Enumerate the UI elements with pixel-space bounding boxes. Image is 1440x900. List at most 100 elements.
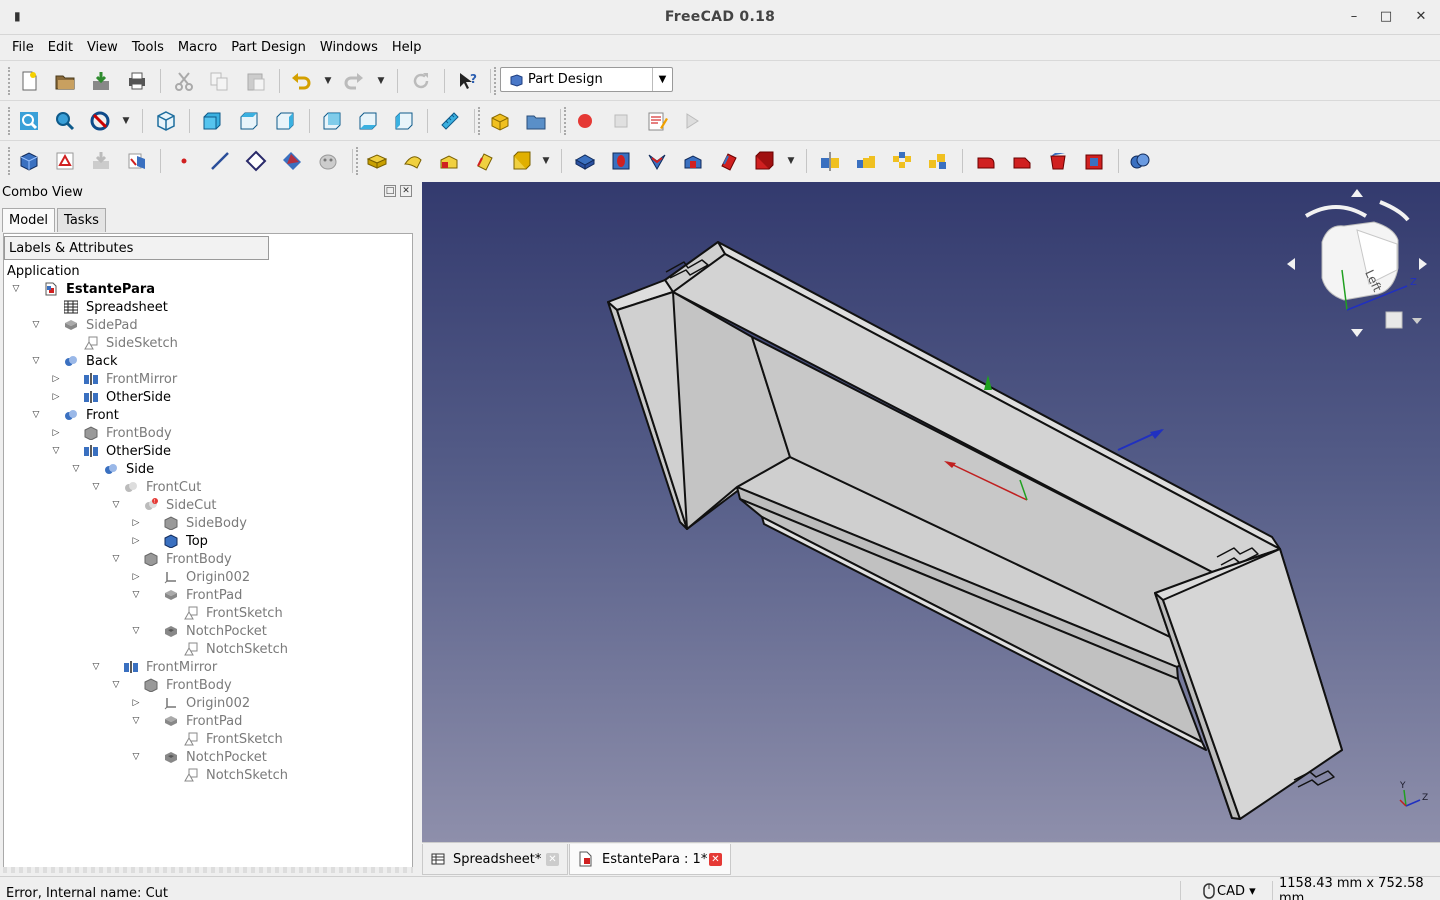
thickness-icon[interactable] — [1082, 149, 1106, 173]
tree-item[interactable]: NotchSketch — [4, 640, 412, 658]
collapse-arrow-icon[interactable]: ▽ — [30, 409, 42, 421]
revolution-icon[interactable] — [401, 149, 425, 173]
tree-item[interactable]: ▷ OtherSide — [4, 388, 412, 406]
draw-style-dropdown-icon[interactable]: ▼ — [121, 109, 131, 133]
collapse-arrow-icon[interactable]: ▽ — [130, 715, 142, 727]
tree-item[interactable]: ▽ NotchPocket — [4, 622, 412, 640]
close-tab-icon[interactable]: ✕ — [709, 853, 722, 866]
tree-item[interactable]: ▽! SideCut — [4, 496, 412, 514]
tab-spreadsheet[interactable]: Spreadsheet* ✕ — [422, 844, 568, 875]
whats-this-icon[interactable]: ? — [456, 69, 480, 93]
collapse-arrow-icon[interactable]: ▽ — [110, 679, 122, 691]
expand-arrow-icon[interactable]: ▷ — [50, 391, 62, 403]
macro-stop-icon[interactable] — [609, 109, 633, 133]
tree-item[interactable]: ▷ Origin002 — [4, 694, 412, 712]
import-icon[interactable] — [89, 69, 113, 93]
tree-scrollbar[interactable] — [3, 867, 413, 873]
undo-icon[interactable] — [289, 69, 313, 93]
mirrored-icon[interactable] — [818, 149, 842, 173]
map-sketch-icon[interactable] — [125, 149, 149, 173]
chevron-down-icon[interactable]: ▼ — [652, 68, 672, 91]
tree-item[interactable]: ▽ NotchPocket — [4, 748, 412, 766]
subtractive-primitive-icon[interactable] — [752, 149, 776, 173]
hole-icon[interactable] — [609, 149, 633, 173]
collapse-arrow-icon[interactable]: ▽ — [30, 355, 42, 367]
top-view-icon[interactable] — [237, 109, 261, 133]
fillet-icon[interactable] — [974, 149, 998, 173]
additive-primitive-dropdown-icon[interactable]: ▼ — [541, 149, 551, 173]
fit-selection-icon[interactable] — [53, 109, 77, 133]
macro-editor-icon[interactable] — [645, 109, 669, 133]
close-tab-icon[interactable]: ✕ — [546, 853, 559, 866]
minimize-button[interactable]: – — [1345, 8, 1363, 26]
pocket-icon[interactable] — [573, 149, 597, 173]
redo-dropdown-icon[interactable]: ▼ — [376, 69, 386, 93]
collapse-arrow-icon[interactable]: ▽ — [70, 463, 82, 475]
macro-execute-icon[interactable] — [680, 109, 704, 133]
3d-viewport[interactable]: Left Z Y Z — [422, 182, 1440, 842]
menu-windows[interactable]: Windows — [320, 40, 378, 55]
rear-view-icon[interactable] — [320, 109, 344, 133]
tree-item[interactable]: ▽ FrontPad — [4, 712, 412, 730]
open-folder-icon[interactable] — [53, 69, 77, 93]
collapse-arrow-icon[interactable]: ▽ — [130, 625, 142, 637]
navigation-cube[interactable]: Left Z — [1287, 189, 1427, 337]
groove-icon[interactable] — [645, 149, 669, 173]
menu-edit[interactable]: Edit — [48, 40, 73, 55]
navigation-style-selector[interactable]: CAD ▾ — [1180, 881, 1272, 900]
create-part-icon[interactable] — [488, 109, 512, 133]
tree-item[interactable]: ▽ Side — [4, 460, 412, 478]
draft-icon[interactable] — [1046, 149, 1070, 173]
datum-point-icon[interactable] — [172, 149, 196, 173]
linear-pattern-icon[interactable] — [854, 149, 878, 173]
menu-help[interactable]: Help — [392, 40, 422, 55]
tree-item[interactable]: ▷ Origin002 — [4, 568, 412, 586]
tree-item[interactable]: ▽ FrontMirror — [4, 658, 412, 676]
additive-pipe-icon[interactable] — [473, 149, 497, 173]
tree-item[interactable]: ▷ FrontBody — [4, 424, 412, 442]
copy-icon[interactable] — [207, 69, 231, 93]
cut-icon[interactable] — [172, 69, 196, 93]
tree-item[interactable]: ▽ EstantePara — [4, 280, 412, 298]
new-document-icon[interactable] — [17, 69, 41, 93]
tree-item[interactable]: ▽ Front — [4, 406, 412, 424]
tree-item[interactable]: FrontSketch — [4, 730, 412, 748]
macro-record-icon[interactable] — [573, 109, 597, 133]
tree-item[interactable]: ▷ SideBody — [4, 514, 412, 532]
tab-model[interactable]: Model — [2, 208, 56, 232]
maximize-button[interactable]: □ — [1377, 8, 1395, 26]
fit-all-icon[interactable] — [17, 109, 41, 133]
close-panel-icon[interactable]: ✕ — [400, 185, 412, 197]
create-body-icon[interactable] — [17, 149, 41, 173]
tree-item[interactable]: ▽ SidePad — [4, 316, 412, 334]
bottom-view-icon[interactable] — [356, 109, 380, 133]
collapse-arrow-icon[interactable]: ▽ — [90, 661, 102, 673]
subtractive-primitive-dropdown-icon[interactable]: ▼ — [786, 149, 796, 173]
collapse-arrow-icon[interactable]: ▽ — [110, 499, 122, 511]
expand-arrow-icon[interactable]: ▷ — [130, 517, 142, 529]
expand-arrow-icon[interactable]: ▷ — [50, 427, 62, 439]
tree-column-header[interactable]: Labels & Attributes — [4, 236, 269, 260]
datum-line-icon[interactable] — [208, 149, 232, 173]
subtractive-loft-icon[interactable] — [681, 149, 705, 173]
pad-icon[interactable] — [365, 149, 389, 173]
validate-sketch-icon[interactable] — [89, 149, 113, 173]
create-sketch-icon[interactable] — [53, 149, 77, 173]
collapse-arrow-icon[interactable]: ▽ — [50, 445, 62, 457]
toolbar-grip[interactable] — [8, 147, 12, 175]
left-view-icon[interactable] — [392, 109, 416, 133]
paste-icon[interactable] — [244, 69, 268, 93]
tree-item[interactable]: ▷ Top — [4, 532, 412, 550]
expand-arrow-icon[interactable]: ▷ — [50, 373, 62, 385]
subtractive-pipe-icon[interactable] — [717, 149, 741, 173]
isometric-view-icon[interactable] — [154, 109, 178, 133]
collapse-arrow-icon[interactable]: ▽ — [130, 589, 142, 601]
right-view-icon[interactable] — [273, 109, 297, 133]
tree-item[interactable]: ▷ FrontMirror — [4, 370, 412, 388]
tree-item[interactable]: ▽ Back — [4, 352, 412, 370]
datum-plane-icon[interactable] — [244, 149, 268, 173]
toolbar-grip[interactable] — [8, 67, 12, 95]
tree-item[interactable]: NotchSketch — [4, 766, 412, 784]
menu-tools[interactable]: Tools — [132, 40, 164, 55]
menu-view[interactable]: View — [87, 40, 118, 55]
